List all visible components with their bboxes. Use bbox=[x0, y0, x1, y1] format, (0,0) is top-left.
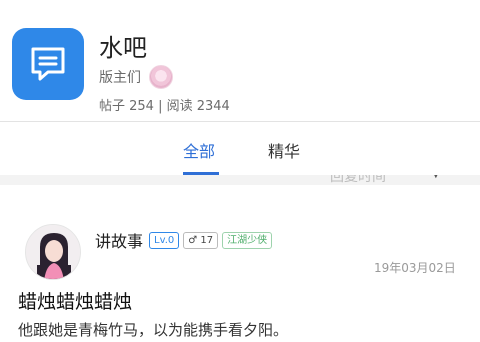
author-name[interactable]: 讲故事 bbox=[95, 228, 143, 252]
sort-control[interactable]: 回复时间 ▼ bbox=[0, 175, 480, 183]
level-badge: Lv.0 bbox=[149, 231, 180, 249]
post-date: 19年03月02日 bbox=[374, 261, 456, 275]
avatar-illustration bbox=[26, 225, 80, 279]
message-square-icon bbox=[31, 47, 65, 81]
gender-age-badge: ♂ 17 bbox=[183, 231, 219, 249]
tab-all[interactable]: 全部 bbox=[183, 138, 215, 162]
forum-stats: 帖子 254 | 阅读 2344 bbox=[99, 99, 230, 114]
sort-label[interactable]: 回复时间 bbox=[330, 175, 386, 183]
post-card[interactable]: 讲故事 Lv.0 ♂ 17 江湖少侠 19年03月02日 蜡烛蜡烛蜡烛 他跟她是… bbox=[0, 185, 480, 342]
forum-header: 水吧 版主们 帖子 254 | 阅读 2344 bbox=[0, 0, 480, 121]
moderators-label: 版主们 bbox=[99, 70, 141, 86]
author-row: 讲故事 Lv.0 ♂ 17 江湖少侠 bbox=[95, 228, 273, 252]
chevron-down-icon[interactable]: ▼ bbox=[432, 175, 440, 180]
author-avatar[interactable] bbox=[25, 224, 81, 280]
post-title[interactable]: 蜡烛蜡烛蜡烛 bbox=[18, 287, 132, 314]
tab-featured[interactable]: 精华 bbox=[268, 138, 300, 162]
forum-title: 水吧 bbox=[99, 34, 147, 62]
moderator-avatar[interactable] bbox=[149, 65, 173, 89]
forum-icon bbox=[12, 28, 84, 100]
moderators-row[interactable]: 版主们 bbox=[99, 65, 173, 89]
post-excerpt[interactable]: 他跟她是青梅竹马，以为能携手看夕阳。 bbox=[18, 319, 288, 340]
tab-bar: 全部 精华 bbox=[0, 122, 480, 175]
rank-badge: 江湖少侠 bbox=[222, 231, 273, 249]
